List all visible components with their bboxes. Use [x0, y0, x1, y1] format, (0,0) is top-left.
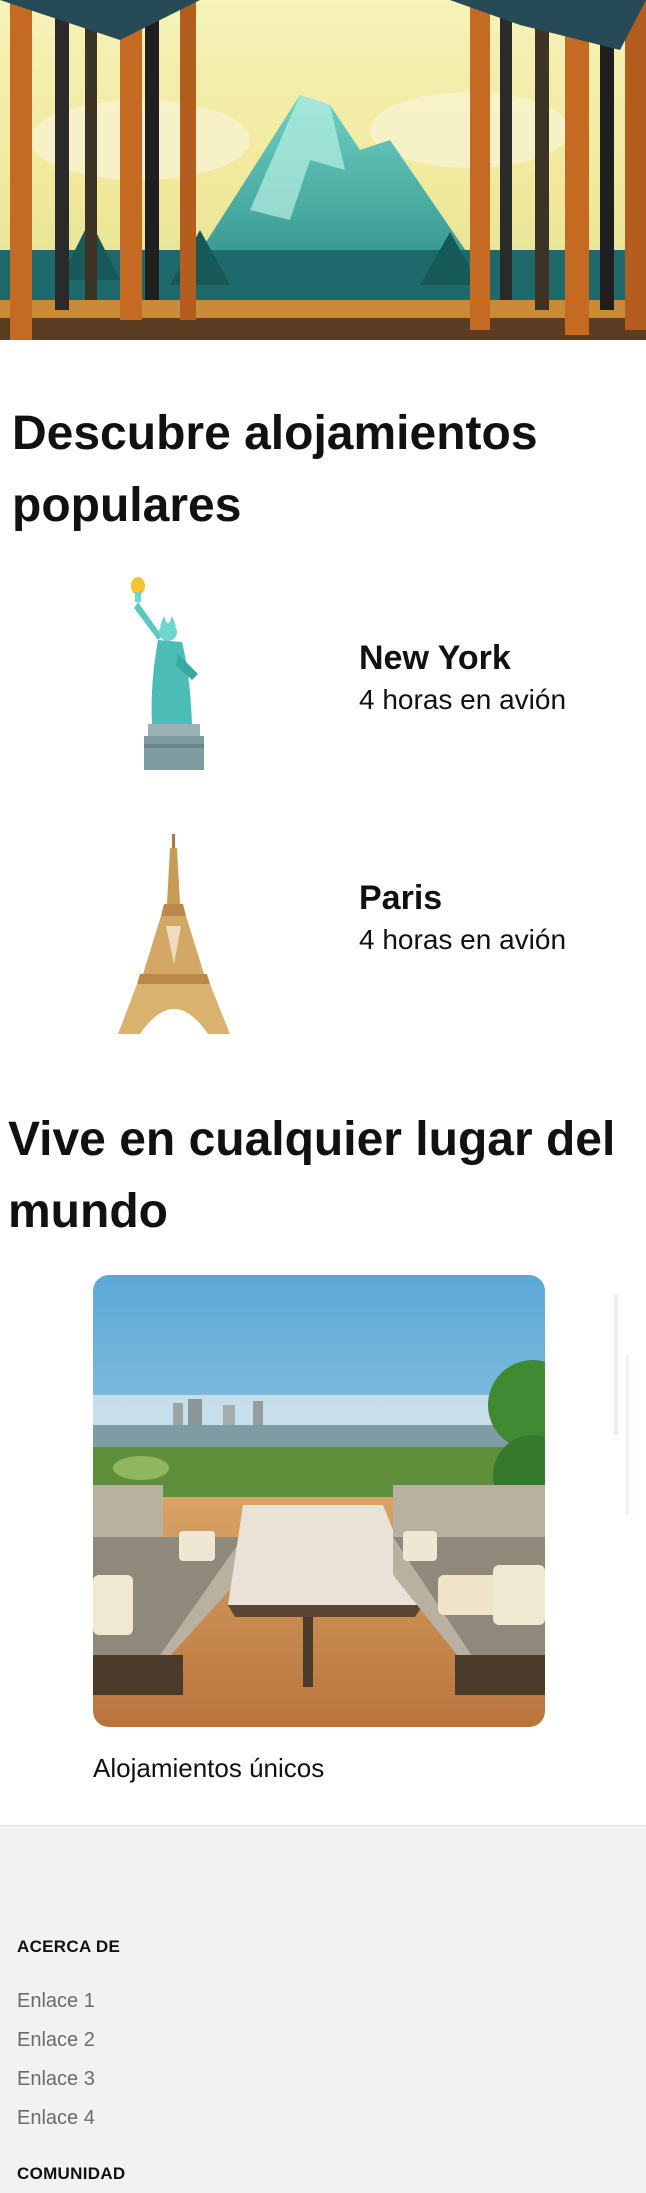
- footer-link[interactable]: Enlace 1: [17, 1990, 95, 2013]
- hero-landscape-image: [0, 0, 646, 340]
- eiffel-tower-icon: [100, 834, 250, 1034]
- footer-heading-community: COMUNIDAD: [17, 2164, 126, 2183]
- destination-subtitle: 4 horas en avión: [359, 924, 567, 955]
- next-card-peek[interactable]: [606, 1275, 646, 1727]
- card-label: Alojamientos únicos: [93, 1753, 325, 1783]
- unique-stays-card-image[interactable]: [93, 1275, 545, 1727]
- destination-subtitle: 4 horas en avión: [359, 684, 567, 715]
- footer-link[interactable]: Enlace 4: [17, 2107, 95, 2130]
- destination-item-paris[interactable]: Paris 4 horas en avión: [0, 834, 646, 1034]
- anywhere-section-title: Vive en cualquier lugar del mundo: [8, 1113, 616, 1238]
- popular-section-title: Descubre alojamientos populares: [12, 407, 538, 532]
- footer-link[interactable]: Enlace 2: [17, 2029, 95, 2052]
- hero-banner: [0, 0, 646, 340]
- destination-name: Paris: [359, 879, 443, 917]
- destination-name: New York: [359, 639, 511, 677]
- footer-link[interactable]: Enlace 3: [17, 2068, 95, 2091]
- footer-heading-about: ACERCA DE: [17, 1937, 121, 1956]
- statue-of-liberty-icon: [100, 574, 250, 774]
- destination-item-new-york[interactable]: New York 4 horas en avión: [0, 574, 646, 774]
- site-footer: ACERCA DE Enlace 1 Enlace 2 Enlace 3 Enl…: [0, 1825, 646, 2193]
